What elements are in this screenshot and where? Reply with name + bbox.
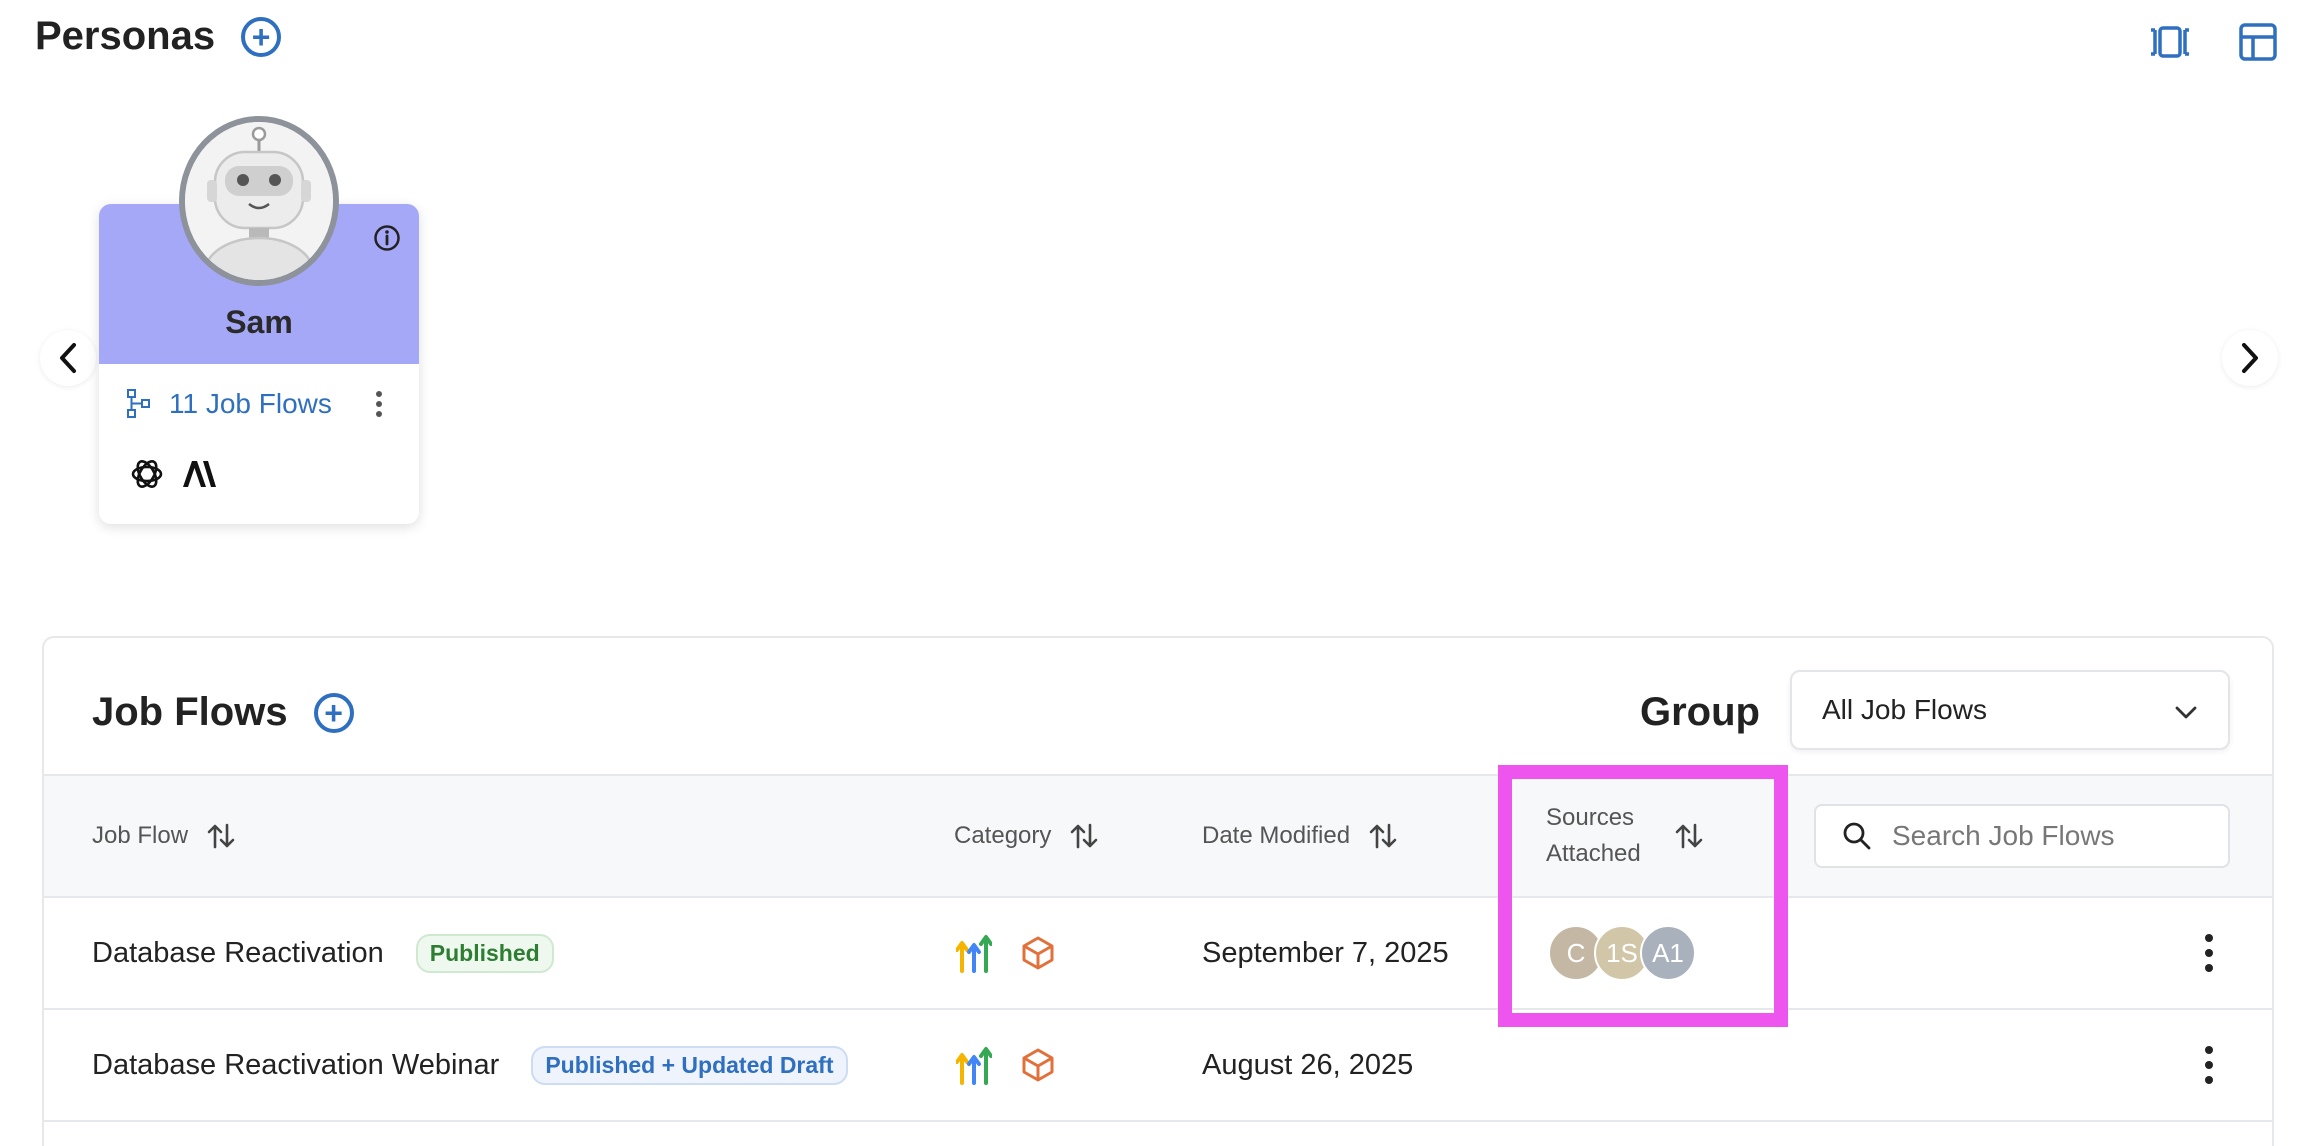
chevron-right-icon <box>2242 343 2258 373</box>
job-flows-title: Job Flows <box>92 690 288 734</box>
cube-icon <box>1022 936 1054 970</box>
sort-icon <box>1071 823 1098 849</box>
job-flow-name[interactable]: Database Reactivation <box>92 937 384 970</box>
cube-icon <box>1022 1048 1054 1082</box>
sort-icon <box>1369 823 1397 849</box>
date-modified-cell: August 26, 2025 <box>1202 1048 1414 1081</box>
column-label-sources-attached: Sources Attached <box>1546 804 1641 867</box>
flow-tree-icon <box>127 389 150 418</box>
source-avatar[interactable]: A1 <box>1640 925 1696 981</box>
job-flows-header: Job Flows + <box>92 690 354 735</box>
page-title: Personas <box>35 14 216 58</box>
add-job-flow-button[interactable]: + <box>313 692 354 733</box>
column-header-job-flow[interactable]: Job Flow <box>92 776 236 896</box>
chevron-left-icon <box>60 343 76 373</box>
category-cell <box>956 898 1056 1008</box>
row-more-options-icon[interactable] <box>2194 898 2224 1008</box>
anthropic-icon <box>183 461 216 487</box>
add-persona-button[interactable]: + <box>241 16 282 57</box>
job-flows-panel: Job Flows + Group All Job Flows Job Flow… <box>42 636 2274 1146</box>
sort-icon <box>207 823 235 849</box>
job-flows-count-label: 11 Job Flows <box>169 388 332 419</box>
chevron-down-icon <box>2175 706 2197 719</box>
column-label-job-flow: Job Flow <box>92 822 189 849</box>
category-cell <box>956 1010 1056 1120</box>
carousel-view-icon[interactable] <box>2146 18 2194 66</box>
search-icon <box>1843 822 1871 850</box>
persona-card[interactable]: Sam 11 Job Flows <box>99 116 419 524</box>
column-header-sources-attached[interactable]: Sources Attached <box>1546 776 1726 896</box>
info-icon[interactable] <box>373 224 401 252</box>
group-select-value: All Job Flows <box>1822 694 1987 725</box>
carousel-prev-button[interactable] <box>40 330 96 386</box>
growth-arrows-icon <box>956 1047 992 1085</box>
table-header: Job Flow Category Date Modified Sources … <box>44 774 2272 898</box>
sort-icon <box>1675 823 1703 849</box>
personas-header: Personas + <box>35 14 282 59</box>
persona-job-flows-link[interactable]: 11 Job Flows <box>127 388 332 420</box>
search-input[interactable] <box>1892 820 2212 852</box>
column-header-category[interactable]: Category <box>954 776 1099 896</box>
persona-more-options-icon[interactable] <box>369 388 389 424</box>
job-flow-name-cell: Database Reactivation Published <box>92 898 554 1008</box>
status-badge: Published <box>415 933 554 973</box>
job-flow-name-cell: Database Reactivation Webinar Published … <box>92 1010 848 1120</box>
persona-name: Sam <box>225 304 293 340</box>
status-badge: Published + Updated Draft <box>531 1045 848 1085</box>
robot-avatar <box>179 116 339 286</box>
table-row[interactable]: Database Reactivation Webinar Published … <box>44 1010 2272 1122</box>
openai-icon <box>131 460 163 488</box>
column-label-date-modified: Date Modified <box>1202 822 1351 849</box>
row-more-options-icon[interactable] <box>2194 1010 2224 1120</box>
column-header-date-modified[interactable]: Date Modified <box>1202 776 1398 896</box>
model-icons <box>129 456 217 492</box>
growth-arrows-icon <box>956 935 992 973</box>
group-select[interactable]: All Job Flows <box>1790 670 2230 750</box>
carousel-next-button[interactable] <box>2222 330 2278 386</box>
table-row[interactable]: Database Reactivation Published Septembe… <box>44 898 2272 1010</box>
search-job-flows[interactable] <box>1814 804 2230 868</box>
column-label-category: Category <box>954 822 1052 849</box>
sources-attached-cell: C 1S A1 <box>1548 898 1696 1008</box>
date-modified-cell: September 7, 2025 <box>1202 936 1449 969</box>
group-label: Group <box>1640 690 1760 734</box>
table-view-icon[interactable] <box>2234 18 2282 66</box>
job-flow-name[interactable]: Database Reactivation Webinar <box>92 1049 499 1082</box>
